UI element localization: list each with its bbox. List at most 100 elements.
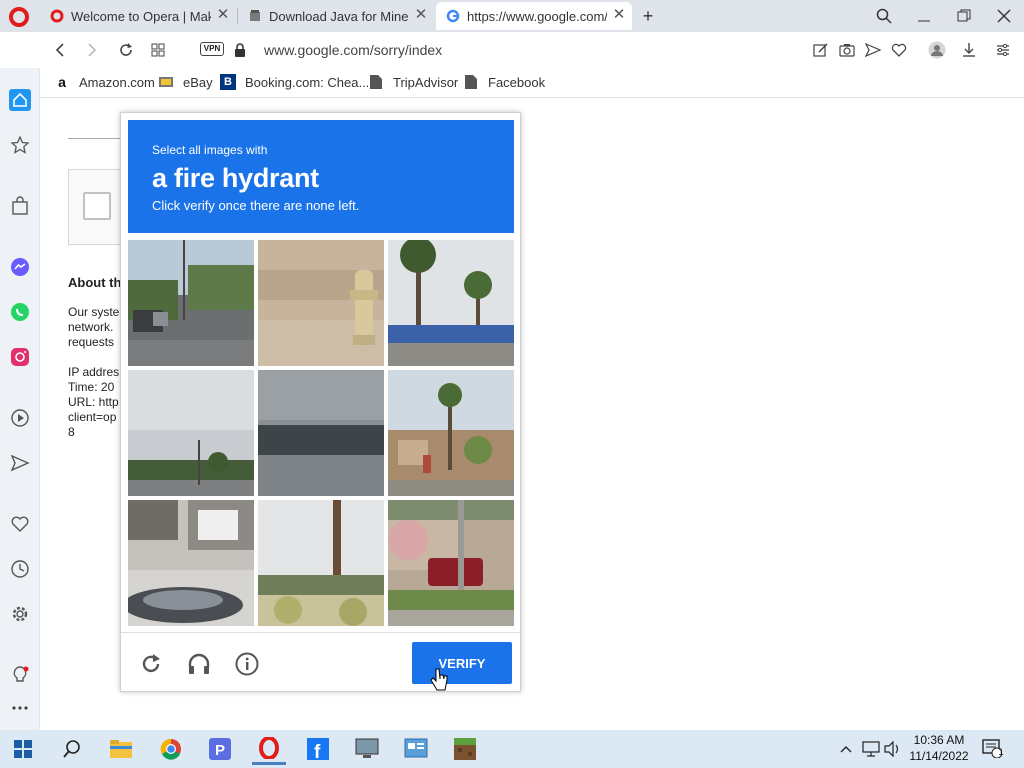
taskbar: P f 10:36 AM 11/14/2022 1 [0, 730, 1024, 768]
easy-setup-icon[interactable] [993, 40, 1013, 60]
clock-time[interactable]: 10:36 AM [908, 733, 970, 747]
reload-button[interactable] [114, 38, 138, 62]
opera-icon [50, 9, 64, 23]
tab-opera-welcome[interactable]: Welcome to Opera | Make ✕ [40, 2, 236, 30]
control-panel-icon[interactable] [399, 733, 433, 765]
captcha-tile-house-palm-trees[interactable] [388, 370, 514, 496]
bookmark-amazon[interactable]: a Amazon.com [54, 74, 155, 90]
ebay-icon [158, 74, 174, 90]
start-icon[interactable] [6, 733, 40, 765]
whatsapp-icon[interactable] [8, 300, 32, 324]
page-text-line: IP addres [68, 365, 120, 379]
chevron-up-icon[interactable] [836, 739, 856, 759]
tabs-overview-icon[interactable] [146, 38, 170, 62]
page-icon [368, 74, 384, 90]
instagram-icon[interactable] [8, 345, 32, 369]
recaptcha-box [68, 169, 128, 245]
lightbulb-icon[interactable] [8, 663, 32, 687]
page-text-line: network. [68, 320, 114, 334]
captcha-header: Select all images with a fire hydrant Cl… [128, 120, 514, 233]
captcha-tile-sand-hydrant[interactable] [258, 240, 384, 366]
info-icon[interactable] [232, 649, 262, 679]
captcha-tile-blurry-dark-trees[interactable] [258, 370, 384, 496]
verify-button[interactable]: VERIFY [412, 642, 512, 684]
send-icon[interactable] [863, 40, 883, 60]
send-icon[interactable] [8, 451, 32, 475]
forward-button[interactable] [80, 38, 104, 62]
notification-count: 1 [998, 747, 1004, 757]
close-icon[interactable]: ✕ [612, 7, 626, 22]
minecraft-icon[interactable] [448, 733, 482, 765]
download-icon[interactable] [959, 40, 979, 60]
vpn-badge[interactable]: VPN [200, 42, 224, 56]
svg-text:f: f [314, 742, 321, 760]
settings-icon[interactable] [8, 602, 32, 626]
heart-icon[interactable] [8, 512, 32, 536]
captcha-tile-palm-trees-gas-station[interactable] [388, 240, 514, 366]
captcha-tile-street-with-cars[interactable] [128, 240, 254, 366]
captcha-tile-car-stairs[interactable] [128, 500, 254, 626]
opera-menu-icon[interactable] [9, 7, 29, 27]
p-app-icon[interactable]: P [203, 733, 237, 765]
messenger-icon[interactable] [8, 255, 32, 279]
tab-google-sorry[interactable]: https://www.google.com/s ✕ [436, 2, 632, 30]
clock-date[interactable]: 11/14/2022 [908, 749, 970, 763]
heart-icon[interactable] [889, 40, 909, 60]
bookmark-ebay[interactable]: eBay [158, 74, 213, 90]
divider [68, 138, 128, 139]
search-tabs-icon[interactable] [870, 4, 898, 28]
java-icon [248, 9, 262, 23]
booking-icon: B [220, 74, 236, 90]
tab-title: Welcome to Opera | Make [71, 8, 211, 24]
close-icon[interactable]: ✕ [216, 7, 230, 22]
network-icon[interactable] [861, 739, 881, 759]
bookmark-label: TripAdvisor [393, 74, 459, 90]
chrome-icon[interactable] [154, 733, 188, 765]
bookmark-label: eBay [183, 74, 213, 90]
facebook-icon[interactable]: f [301, 733, 335, 765]
page-text-line: Time: 20 [68, 380, 115, 394]
captcha-challenge: Select all images with a fire hydrant Cl… [120, 112, 521, 692]
captcha-tile-red-suv-house[interactable] [388, 500, 514, 626]
recaptcha-checkbox[interactable] [83, 192, 111, 220]
audio-challenge-icon[interactable] [184, 649, 214, 679]
minimize-button[interactable] [910, 4, 938, 28]
page-text-line: requests [68, 335, 115, 349]
page-text-line: URL: http [68, 395, 119, 409]
camera-icon[interactable] [837, 40, 857, 60]
opera-icon[interactable] [252, 733, 286, 765]
captcha-tile-palm-trunk-fence[interactable] [258, 500, 384, 626]
tab-java-download[interactable]: Download Java for Minecra ✕ [238, 2, 434, 30]
reload-challenge-icon[interactable] [136, 649, 166, 679]
shopping-bag-icon[interactable] [8, 194, 32, 218]
home-icon[interactable] [8, 88, 32, 112]
star-icon[interactable] [8, 133, 32, 157]
restore-button[interactable] [950, 4, 978, 28]
file-explorer-icon[interactable] [104, 733, 138, 765]
history-icon[interactable] [8, 557, 32, 581]
bookmark-booking[interactable]: B Booking.com: Chea... [220, 74, 369, 90]
back-button[interactable] [48, 38, 72, 62]
captcha-subinstruction: Click verify once there are none left. [152, 198, 360, 213]
lock-icon[interactable] [228, 38, 252, 62]
tab-title: https://www.google.com/s [467, 8, 607, 24]
edit-icon[interactable] [811, 40, 831, 60]
bookmark-facebook[interactable]: Facebook [463, 74, 545, 90]
new-tab-button[interactable]: + [634, 4, 662, 28]
volume-icon[interactable] [883, 739, 903, 759]
url-field[interactable]: www.google.com/sorry/index [264, 42, 442, 58]
bookmark-tripadvisor[interactable]: TripAdvisor [368, 74, 458, 90]
close-icon[interactable]: ✕ [414, 7, 428, 22]
bookmarks-bar: a Amazon.com eBay B Booking.com: Chea...… [40, 68, 1024, 98]
tab-bar: Welcome to Opera | Make ✕ Download Java … [0, 0, 1024, 32]
tab-title: Download Java for Minecra [269, 8, 409, 24]
account-icon[interactable] [927, 40, 947, 60]
more-icon[interactable] [8, 696, 32, 720]
captcha-tile-cloudy-sky-trees[interactable] [128, 370, 254, 496]
close-window-button[interactable] [990, 4, 1018, 28]
player-icon[interactable] [8, 406, 32, 430]
computer-icon[interactable] [350, 733, 384, 765]
divider [121, 632, 520, 633]
page-text-line: 8 [68, 425, 75, 439]
search-icon[interactable] [55, 733, 89, 765]
